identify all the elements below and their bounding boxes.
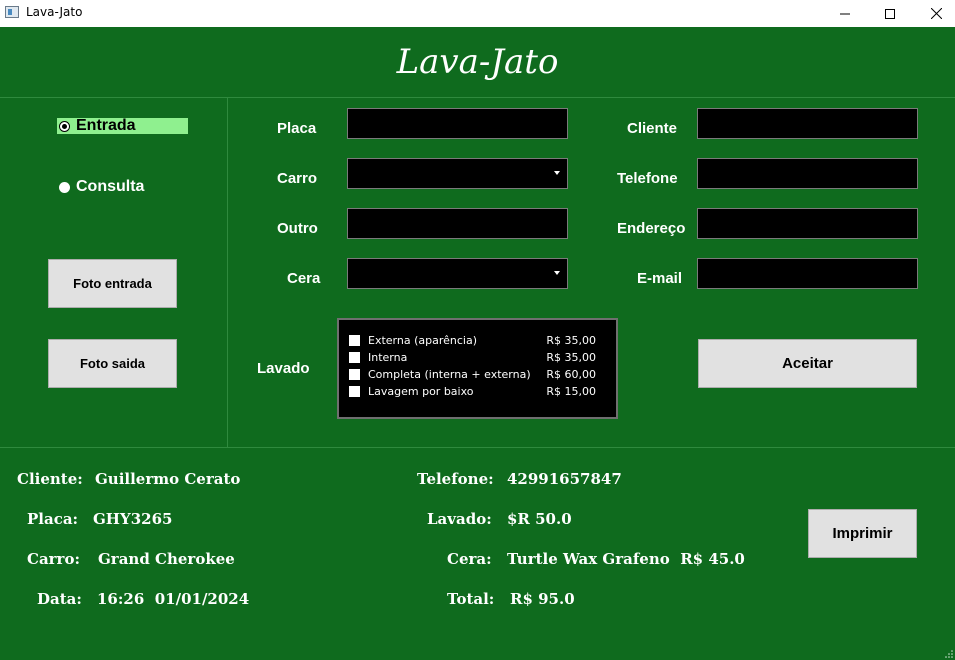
app-icon [5,6,19,18]
lavado-option-label: Completa (interna + externa) [368,367,531,381]
summary-cliente-value: Guillermo Cerato [95,470,241,488]
minimize-button[interactable] [822,0,868,27]
summary-cera-label: Cera: [447,550,492,568]
summary-carro-label: Carro: [27,550,81,568]
window-titlebar: Lava-Jato [0,0,955,27]
checkbox-interna[interactable] [349,351,360,363]
summary-lavado-label: Lavado: [427,510,492,528]
email-input[interactable] [697,258,918,289]
summary-placa-label: Placa: [27,510,79,528]
radio-entrada-dot [59,120,70,132]
outro-label: Outro [277,220,318,237]
maximize-button[interactable] [867,0,913,27]
carro-label: Carro [277,170,318,187]
summary-total-value: R$ 95.0 [510,590,575,608]
endereco-label: Endereço [617,220,686,237]
placa-input[interactable] [347,108,568,139]
foto-entrada-button[interactable]: Foto entrada [48,259,177,308]
radio-consulta-dot [59,181,70,193]
aceitar-button[interactable]: Aceitar [698,339,917,388]
endereco-input[interactable] [697,208,918,239]
checkbox-externa[interactable] [349,334,360,346]
summary-divider [0,447,955,448]
close-icon [930,8,942,19]
lavado-option-interna[interactable]: Interna R$ 35,00 [349,349,599,365]
carro-select[interactable] [347,158,568,189]
summary-carro-value: Grand Cherokee [98,550,235,568]
summary-data-value: 16:26 01/01/2024 [97,590,250,608]
summary-telefone-value: 42991657847 [507,470,622,488]
summary-cera-value: Turtle Wax Grafeno R$ 45.0 [507,550,745,568]
summary-placa-value: GHY3265 [93,510,173,528]
telefone-label: Telefone [617,170,678,187]
cera-select[interactable] [347,258,568,289]
outro-input[interactable] [347,208,568,239]
lavado-option-price: R$ 35,00 [546,350,596,364]
lavado-option-completa[interactable]: Completa (interna + externa) R$ 60,00 [349,366,599,382]
summary-data-label: Data: [37,590,82,608]
checkbox-por-baixo[interactable] [349,385,360,397]
lavado-option-label: Externa (aparência) [368,333,477,347]
foto-saida-button[interactable]: Foto saida [48,339,177,388]
summary-telefone-label: Telefone: [417,470,494,488]
summary-total-label: Total: [447,590,495,608]
window-title: Lava-Jato [26,5,83,19]
lavado-options-box: Externa (aparência) R$ 35,00 Interna R$ … [337,318,618,419]
lavado-option-label: Lavagem por baixo [368,384,474,398]
lavado-option-price: R$ 60,00 [546,367,596,381]
cliente-label: Cliente [627,120,678,137]
email-label: E-mail [637,270,683,287]
app-header-title: Lava-Jato [396,42,559,82]
left-panel-divider [227,98,228,447]
header-divider [0,97,955,98]
telefone-input[interactable] [697,158,918,189]
checkbox-completa[interactable] [349,368,360,380]
summary-lavado-value: $R 50.0 [507,510,572,528]
lavado-option-label: Interna [368,350,408,364]
lavado-option-por-baixo[interactable]: Lavagem por baixo R$ 15,00 [349,383,599,399]
lavado-option-price: R$ 35,00 [546,333,596,347]
radio-entrada-label: Entrada [76,117,136,134]
lavado-label: Lavado [257,360,310,377]
radio-consulta-label: Consulta [76,178,145,195]
minimize-icon [840,13,850,14]
imprimir-button[interactable]: Imprimir [808,509,917,558]
chevron-down-icon [554,271,560,275]
cliente-input[interactable] [697,108,918,139]
resize-grip-icon[interactable] [945,650,953,658]
chevron-down-icon [554,171,560,175]
main-panel: Lava-Jato Entrada Consulta Foto entrada … [0,27,955,660]
radio-entrada[interactable]: Entrada [57,117,188,134]
cera-label: Cera [287,270,321,287]
maximize-icon [885,8,895,19]
lavado-option-price: R$ 15,00 [546,384,596,398]
lavado-option-externa[interactable]: Externa (aparência) R$ 35,00 [349,332,599,348]
close-button[interactable] [913,0,955,27]
placa-label: Placa [277,120,317,137]
radio-consulta[interactable]: Consulta [59,178,144,196]
summary-cliente-label: Cliente: [17,470,83,488]
